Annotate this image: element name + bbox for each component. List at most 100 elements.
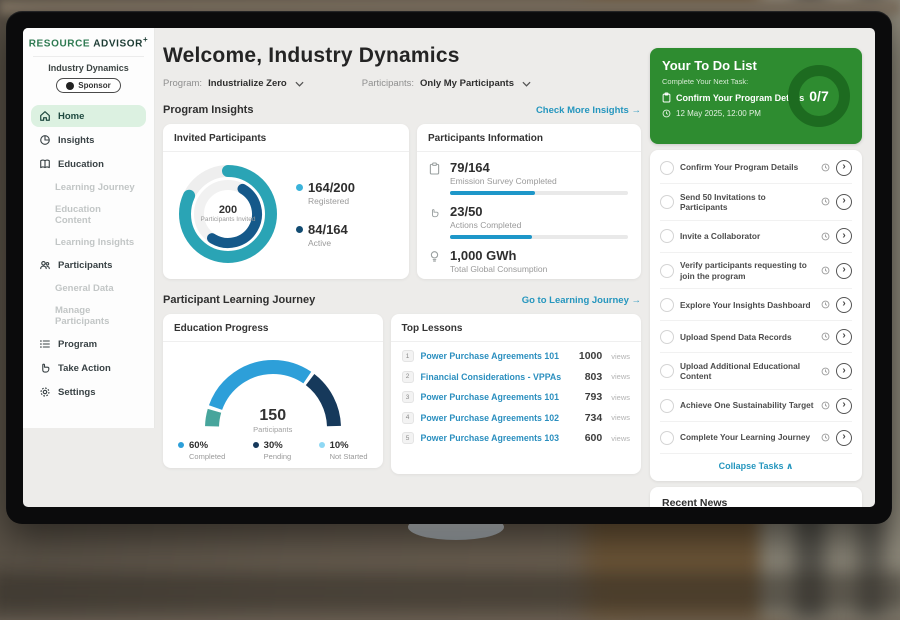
education-gauge-chart: 150 Participants — [195, 350, 351, 430]
legend-value: 84/164 — [308, 222, 355, 237]
task-checkbox[interactable] — [660, 298, 674, 312]
rank-badge: 2 — [402, 371, 414, 383]
check-more-insights-link[interactable]: Check More Insights → — [536, 105, 641, 116]
task-open-button[interactable]: › — [836, 329, 852, 345]
views-suffix: views — [611, 393, 630, 402]
sidebar-item-learning-journey[interactable]: Learning Journey — [31, 177, 146, 197]
task-row[interactable]: Verify participants requesting to join t… — [660, 253, 852, 290]
legend-item-not-started: 10% Not Started — [319, 440, 368, 461]
recent-news-card: Recent News — [650, 487, 862, 507]
program-insights-header: Program Insights Check More Insights → — [163, 104, 641, 116]
monitor-bezel: RESOURCE ADVISOR+ Industry Dynamics Spon… — [6, 11, 892, 524]
task-checkbox[interactable] — [660, 161, 674, 175]
program-filter[interactable]: Program: Industrialize Zero — [163, 78, 304, 89]
section-title: Program Insights — [163, 104, 253, 116]
home-icon — [39, 110, 51, 122]
logo-text-primary: RESOURCE — [29, 38, 90, 49]
clock-icon — [821, 197, 830, 206]
task-checkbox[interactable] — [660, 330, 674, 344]
dashboard-screen: RESOURCE ADVISOR+ Industry Dynamics Spon… — [23, 28, 875, 507]
rank-badge: 4 — [402, 412, 414, 424]
task-row[interactable]: Explore Your Insights Dashboard › — [660, 289, 852, 321]
divider — [163, 341, 383, 342]
sidebar-item-take-action[interactable]: Take Action — [31, 357, 146, 379]
task-checkbox[interactable] — [660, 264, 674, 278]
task-open-button[interactable]: › — [836, 398, 852, 414]
sidebar-item-label: Insights — [58, 135, 94, 146]
task-checkbox[interactable] — [660, 399, 674, 413]
clock-icon — [821, 401, 830, 410]
todo-task-list: Confirm Your Program Details › Send 50 I… — [650, 150, 862, 481]
education-icon — [39, 158, 51, 170]
task-open-button[interactable]: › — [836, 363, 852, 379]
task-checkbox[interactable] — [660, 364, 674, 378]
task-open-button[interactable]: › — [836, 160, 852, 176]
collapse-tasks-link[interactable]: Collapse Tasks ∧ — [660, 454, 852, 475]
legend-label: Active — [308, 238, 355, 248]
task-open-button[interactable]: › — [836, 194, 852, 210]
settings-icon — [39, 386, 51, 398]
lesson-row: 5 Power Purchase Agreements 103 600 view… — [402, 432, 630, 444]
go-to-learning-journey-link[interactable]: Go to Learning Journey → — [522, 295, 641, 306]
task-row[interactable]: Confirm Your Program Details › — [660, 152, 852, 184]
participants-filter-label: Participants: — [362, 78, 414, 89]
sidebar-item-insights[interactable]: Insights — [31, 129, 146, 151]
sidebar: RESOURCE ADVISOR+ Industry Dynamics Spon… — [23, 28, 155, 428]
task-open-button[interactable]: › — [836, 263, 852, 279]
sidebar-item-label: Education Content — [55, 204, 138, 226]
logo-text-secondary: ADVISOR — [93, 38, 143, 49]
lesson-link[interactable]: Power Purchase Agreements 101 — [421, 351, 572, 361]
task-checkbox[interactable] — [660, 195, 674, 209]
recent-news-title: Recent News — [662, 497, 850, 507]
sidebar-menu: Home Insights Education Learning Journey… — [23, 101, 154, 407]
views-suffix: views — [611, 352, 630, 361]
participants-filter[interactable]: Participants: Only My Participants — [362, 78, 531, 89]
task-open-button[interactable]: › — [836, 297, 852, 313]
task-open-button[interactable]: › — [836, 228, 852, 244]
sidebar-item-label: Home — [58, 111, 84, 122]
sidebar-item-general-data[interactable]: General Data — [31, 278, 146, 298]
sidebar-item-program[interactable]: Program — [31, 333, 146, 355]
progress-track — [450, 235, 628, 239]
task-checkbox[interactable] — [660, 229, 674, 243]
emission-survey-row: 79/164 Emission Survey Completed — [428, 160, 630, 195]
task-row[interactable]: Complete Your Learning Journey › — [660, 422, 852, 454]
task-row[interactable]: Invite a Collaborator › — [660, 221, 852, 253]
sponsor-badge-label: Sponsor — [78, 81, 110, 90]
lesson-link[interactable]: Power Purchase Agreements 103 — [421, 433, 578, 443]
sidebar-item-learning-insights[interactable]: Learning Insights — [31, 232, 146, 252]
divider — [391, 341, 641, 342]
consumption-row: 1,000 GWh Total Global Consumption — [428, 248, 630, 274]
task-open-button[interactable]: › — [836, 430, 852, 446]
clipboard-icon — [662, 92, 671, 103]
lesson-link[interactable]: Power Purchase Agreements 101 — [421, 392, 578, 402]
legend-dot — [178, 442, 184, 448]
sidebar-item-settings[interactable]: Settings — [31, 381, 146, 403]
task-label: Complete Your Learning Journey — [680, 432, 815, 442]
sidebar-item-education-content[interactable]: Education Content — [31, 199, 146, 230]
task-row[interactable]: Upload Spend Data Records › — [660, 321, 852, 353]
sidebar-item-manage-participants[interactable]: Manage Participants — [31, 300, 146, 331]
views-suffix: views — [611, 434, 630, 443]
task-row[interactable]: Upload Additional Educational Content › — [660, 353, 852, 390]
task-row[interactable]: Achieve One Sustainability Target › — [660, 390, 852, 422]
legend-label: Not Started — [330, 452, 368, 461]
lesson-link[interactable]: Power Purchase Agreements 102 — [421, 413, 578, 423]
sidebar-item-education[interactable]: Education — [31, 153, 146, 175]
task-checkbox[interactable] — [660, 431, 674, 445]
sidebar-item-label: Learning Journey — [55, 182, 135, 193]
task-label: Send 50 Invitations to Participants — [680, 192, 815, 213]
sidebar-item-label: Program — [58, 339, 97, 350]
lesson-link[interactable]: Financial Considerations - VPPAs — [421, 372, 578, 382]
task-label: Upload Additional Educational Content — [680, 361, 815, 382]
sponsor-badge[interactable]: Sponsor — [56, 78, 120, 93]
sidebar-item-home[interactable]: Home — [31, 105, 146, 127]
insights-icon — [39, 134, 51, 146]
clock-icon — [821, 163, 830, 172]
views-count: 600 — [585, 432, 603, 444]
task-row[interactable]: Send 50 Invitations to Participants › — [660, 184, 852, 221]
clock-icon — [821, 232, 830, 241]
card-title: Education Progress — [174, 323, 372, 334]
donut-legend: 164/200 Registered 84/164 Active — [296, 180, 355, 248]
sidebar-item-participants[interactable]: Participants — [31, 254, 146, 276]
